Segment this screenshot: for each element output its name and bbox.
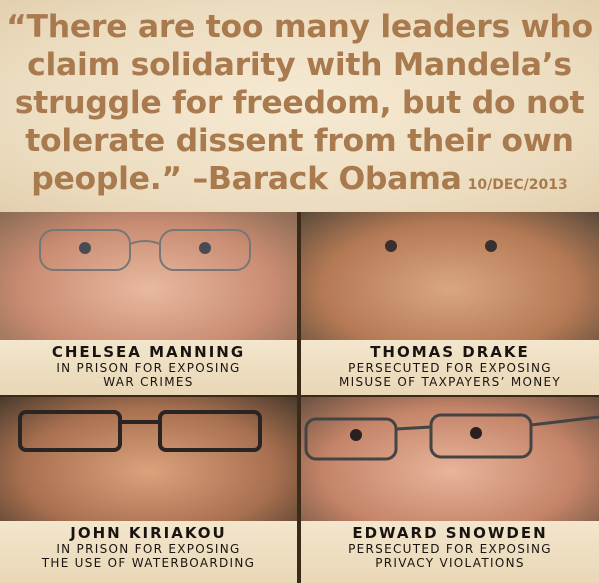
panel-caption: MISUSE OF TAXPAYERS’ MONEY [338, 375, 562, 389]
quote-line: claim solidarity with Mandela’s [27, 47, 572, 83]
quote-line: tolerate dissent from their own [25, 123, 574, 159]
panel-caption: THE USE OF WATERBOARDING [41, 556, 256, 570]
photo-chelsea-manning [0, 212, 297, 340]
panel-name: EDWARD SNOWDEN [352, 524, 548, 542]
eyes-icon [385, 240, 497, 252]
quote-attribution-line: people.” –Barack Obama 10/DEC/2013 [0, 160, 599, 204]
glasses-icon [304, 413, 599, 461]
quote-block: “There are too many leaders who claim so… [0, 0, 599, 212]
quote-line: struggle for freedom, but do not [14, 85, 585, 121]
caption-edward-snowden: EDWARD SNOWDEN PERSECUTED FOR EXPOSING P… [301, 521, 599, 583]
panel-caption: PRIVACY VIOLATIONS [375, 556, 525, 570]
panel-caption: IN PRISON FOR EXPOSING [56, 542, 241, 556]
panel-name: CHELSEA MANNING [51, 343, 246, 361]
glasses-icon [39, 229, 251, 271]
caption-john-kiriakou: JOHN KIRIAKOU IN PRISON FOR EXPOSING THE… [0, 521, 297, 583]
panel-caption: PERSECUTED FOR EXPOSING [348, 361, 552, 375]
panel-caption: WAR CRIMES [103, 375, 194, 389]
photo-edward-snowden [301, 397, 599, 521]
quote-date: 10/DEC/2013 [467, 177, 568, 193]
quote-line: “There are too many leaders who [6, 9, 593, 45]
panel-name: THOMAS DRAKE [370, 343, 530, 361]
panel-name: JOHN KIRIAKOU [70, 524, 227, 542]
caption-thomas-drake: THOMAS DRAKE PERSECUTED FOR EXPOSING MIS… [301, 340, 599, 395]
caption-chelsea-manning: CHELSEA MANNING IN PRISON FOR EXPOSING W… [0, 340, 297, 395]
photo-john-kiriakou [0, 397, 297, 521]
photo-thomas-drake [301, 212, 599, 340]
quote-attribution: people.” –Barack Obama [31, 161, 462, 197]
panel-caption: IN PRISON FOR EXPOSING [56, 361, 241, 375]
panel-caption: PERSECUTED FOR EXPOSING [348, 542, 552, 556]
glasses-icon [18, 410, 262, 452]
photo-grid: CHELSEA MANNING IN PRISON FOR EXPOSING W… [0, 212, 599, 583]
